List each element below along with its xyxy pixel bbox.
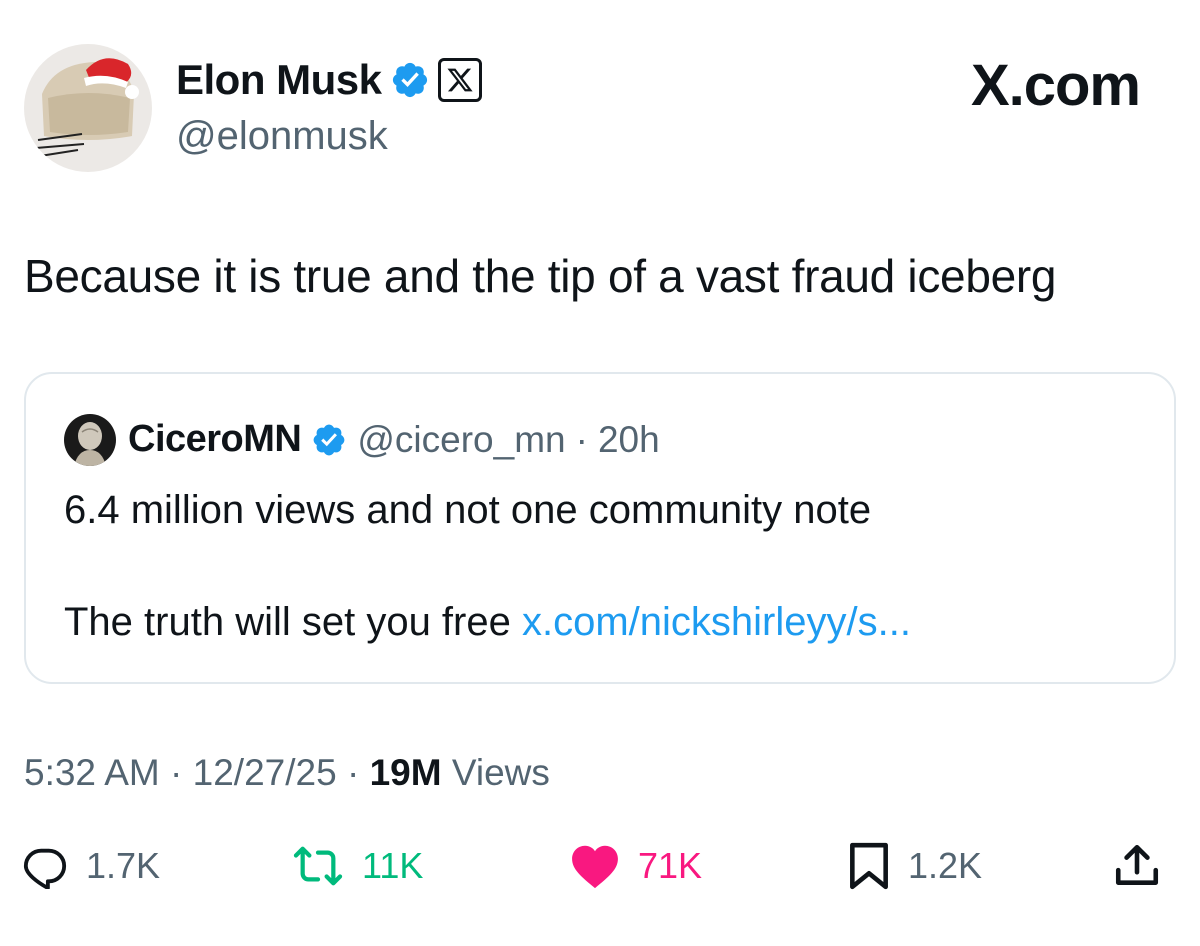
heart-icon (572, 845, 618, 889)
author-avatar[interactable] (24, 44, 152, 172)
like-button[interactable]: 71K (570, 836, 702, 896)
quoted-header: CiceroMN @cicero_mn · 20h (128, 418, 660, 461)
brand-watermark: X.com (970, 53, 1141, 118)
tweet-date[interactable]: 12/27/25 (193, 752, 337, 793)
dot-separator: · (575, 418, 588, 460)
bookmark-icon (850, 842, 888, 890)
bookmark-count: 1.2K (908, 845, 983, 886)
quoted-text-line-2: The truth will set you free x.com/nicksh… (64, 596, 911, 648)
tweet-time[interactable]: 5:32 AM (24, 752, 160, 793)
reply-count: 1.7K (86, 845, 161, 886)
share-button[interactable] (1112, 836, 1162, 896)
author-avatar-image (24, 44, 152, 172)
verified-badge-icon (314, 424, 345, 455)
quoted-text-line-1: 6.4 million views and not one community … (64, 488, 872, 532)
quoted-timestamp[interactable]: 20h (598, 419, 660, 461)
action-bar: 1.7K 11K 71K 1.2K (22, 836, 1178, 896)
quoted-author-avatar[interactable] (64, 414, 116, 466)
reply-icon (23, 848, 66, 889)
repost-count: 11K (362, 845, 424, 886)
author-name[interactable]: Elon Musk (176, 56, 382, 104)
reply-button[interactable]: 1.7K (22, 836, 160, 896)
views-label: Views (441, 752, 550, 793)
bust-avatar-image (64, 414, 116, 466)
quoted-text: The truth will set you free (64, 600, 522, 644)
repost-button[interactable]: 11K (292, 836, 423, 896)
verified-badge-icon[interactable] (390, 60, 430, 100)
share-icon (1115, 844, 1159, 885)
like-count: 71K (638, 845, 703, 886)
quoted-tweet-card[interactable]: CiceroMN @cicero_mn · 20h 6.4 million vi… (24, 372, 1176, 684)
x-affiliate-badge-icon[interactable] (437, 58, 482, 102)
quoted-link[interactable]: x.com/nickshirleyy/s... (522, 600, 911, 644)
x-logo-icon (446, 68, 473, 92)
tweet-meta: 5:32 AM · 12/27/25 · 19M Views (24, 752, 550, 794)
views-count[interactable]: 19M (370, 752, 442, 793)
quoted-author-name[interactable]: CiceroMN (128, 418, 302, 461)
author-name-row: Elon Musk (176, 56, 482, 104)
dot-separator: · (159, 752, 193, 793)
dot-separator: · (336, 752, 370, 793)
bookmark-button[interactable]: 1.2K (848, 836, 982, 896)
author-handle[interactable]: @elonmusk (176, 114, 388, 159)
tweet-text: Because it is true and the tip of a vast… (24, 250, 1057, 302)
repost-icon (293, 846, 343, 886)
quoted-author-handle[interactable]: @cicero_mn (357, 419, 565, 461)
